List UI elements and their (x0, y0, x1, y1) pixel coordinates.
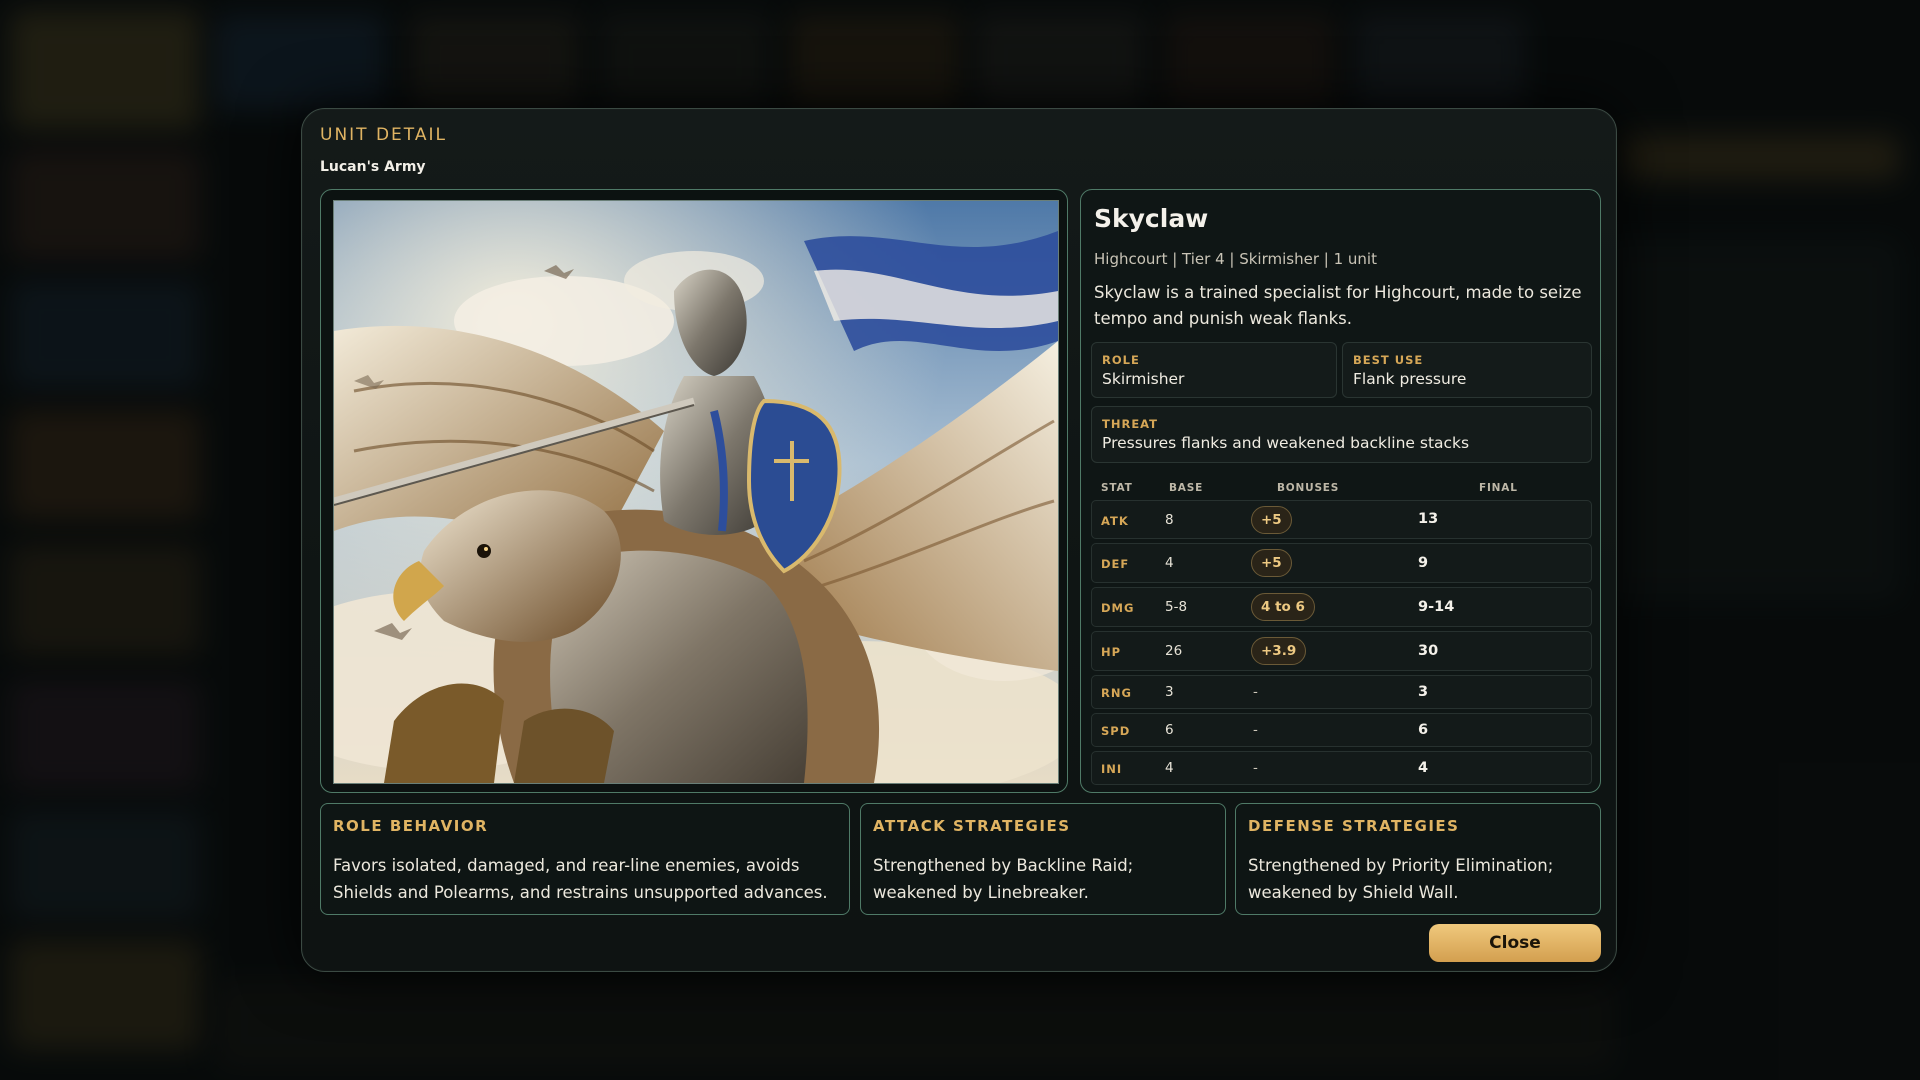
stat-final: 30 (1418, 643, 1439, 659)
stat-row-hp: HP 26 +3.9 30 (1091, 631, 1592, 671)
modal-kicker: UNIT DETAIL (320, 125, 447, 145)
best-use-value: Flank pressure (1353, 370, 1467, 388)
stat-base: 26 (1165, 643, 1183, 659)
unit-art-frame (320, 189, 1068, 793)
stat-name: ATK (1101, 514, 1129, 528)
stat-name: DMG (1101, 601, 1135, 615)
stat-bonus: - (1253, 684, 1258, 700)
stat-base: 4 (1165, 760, 1174, 776)
stat-final: 4 (1418, 760, 1429, 776)
stat-final: 6 (1418, 722, 1429, 738)
stat-name: HP (1101, 645, 1122, 659)
stat-row-def: DEF 4 +5 9 (1091, 543, 1592, 583)
stat-name: INI (1101, 762, 1123, 776)
stat-final: 9 (1418, 555, 1429, 571)
best-use-label: BEST USE (1353, 353, 1424, 367)
threat-value: Pressures flanks and weakened backline s… (1102, 434, 1470, 452)
stat-base: 3 (1165, 684, 1174, 700)
unit-subtitle: Highcourt | Tier 4 | Skirmisher | 1 unit (1094, 250, 1377, 268)
defense-strategies-text: Strengthened by Priority Elimination; we… (1248, 852, 1553, 906)
stat-row-dmg: DMG 5-8 4 to 6 9-14 (1091, 587, 1592, 627)
stat-row-ini: INI 4 - 4 (1091, 751, 1592, 785)
stat-name: SPD (1101, 724, 1131, 738)
unit-portrait-image (333, 200, 1059, 784)
stat-header-bonuses: BONUSES (1277, 482, 1340, 494)
stat-bonus-badge: +5 (1251, 549, 1292, 577)
unit-description: Skyclaw is a trained specialist for High… (1094, 283, 1582, 328)
stat-final: 9-14 (1418, 599, 1455, 615)
stat-bonus-badge: 4 to 6 (1251, 593, 1315, 621)
stat-name: DEF (1101, 557, 1130, 571)
attack-strategies-text: Strengthened by Backline Raid; weakened … (873, 852, 1133, 906)
stat-row-spd: SPD 6 - 6 (1091, 713, 1592, 747)
stat-base: 5-8 (1165, 599, 1188, 615)
army-name: Lucan's Army (320, 159, 426, 175)
role-behavior-line: Shields and Polearms, and restrains unsu… (333, 883, 828, 902)
stat-base: 4 (1165, 555, 1174, 571)
attack-strategies-panel: ATTACK STRATEGIES Strengthened by Backli… (860, 803, 1226, 915)
unit-info-panel: Skyclaw Highcourt | Tier 4 | Skirmisher … (1080, 189, 1601, 793)
stat-base: 6 (1165, 722, 1174, 738)
role-value: Skirmisher (1102, 370, 1185, 388)
attack-strategies-line: Strengthened by Backline Raid; (873, 856, 1134, 875)
stat-bonus-badge: +5 (1251, 506, 1292, 534)
stat-row-rng: RNG 3 - 3 (1091, 675, 1592, 709)
attack-strategies-title: ATTACK STRATEGIES (873, 817, 1071, 835)
best-use-card: BEST USE Flank pressure (1342, 342, 1592, 398)
stat-header-stat: STAT (1101, 482, 1133, 494)
stat-row-atk: ATK 8 +5 13 (1091, 500, 1592, 539)
griffin-knight-illustration (334, 201, 1058, 783)
close-button[interactable]: Close (1429, 924, 1601, 962)
unit-detail-modal: UNIT DETAIL Lucan's Army Skyclaw Highcou… (301, 108, 1617, 972)
unit-name: Skyclaw (1094, 204, 1209, 233)
stat-header-base: BASE (1169, 482, 1204, 494)
defense-strategies-title: DEFENSE STRATEGIES (1248, 817, 1460, 835)
role-card: ROLE Skirmisher (1091, 342, 1337, 398)
threat-card: THREAT Pressures flanks and weakened bac… (1091, 406, 1592, 463)
stat-bonus: - (1253, 760, 1258, 776)
defense-strategies-line: weakened by Shield Wall. (1248, 883, 1459, 902)
stat-bonus: - (1253, 722, 1258, 738)
stat-bonus-badge: +3.9 (1251, 637, 1307, 665)
attack-strategies-line: weakened by Linebreaker. (873, 883, 1089, 902)
stat-header-final: FINAL (1479, 482, 1518, 494)
role-behavior-title: ROLE BEHAVIOR (333, 817, 489, 835)
role-behavior-text: Favors isolated, damaged, and rear-line … (333, 852, 828, 906)
defense-strategies-line: Strengthened by Priority Elimination; (1248, 856, 1554, 875)
role-behavior-panel: ROLE BEHAVIOR Favors isolated, damaged, … (320, 803, 850, 915)
stat-final: 3 (1418, 684, 1429, 700)
threat-label: THREAT (1102, 417, 1159, 431)
defense-strategies-panel: DEFENSE STRATEGIES Strengthened by Prior… (1235, 803, 1601, 915)
stat-name: RNG (1101, 686, 1132, 700)
stat-base: 8 (1165, 512, 1174, 528)
stat-final: 13 (1418, 511, 1439, 527)
role-behavior-line: Favors isolated, damaged, and rear-line … (333, 856, 800, 875)
role-label: ROLE (1102, 353, 1140, 367)
